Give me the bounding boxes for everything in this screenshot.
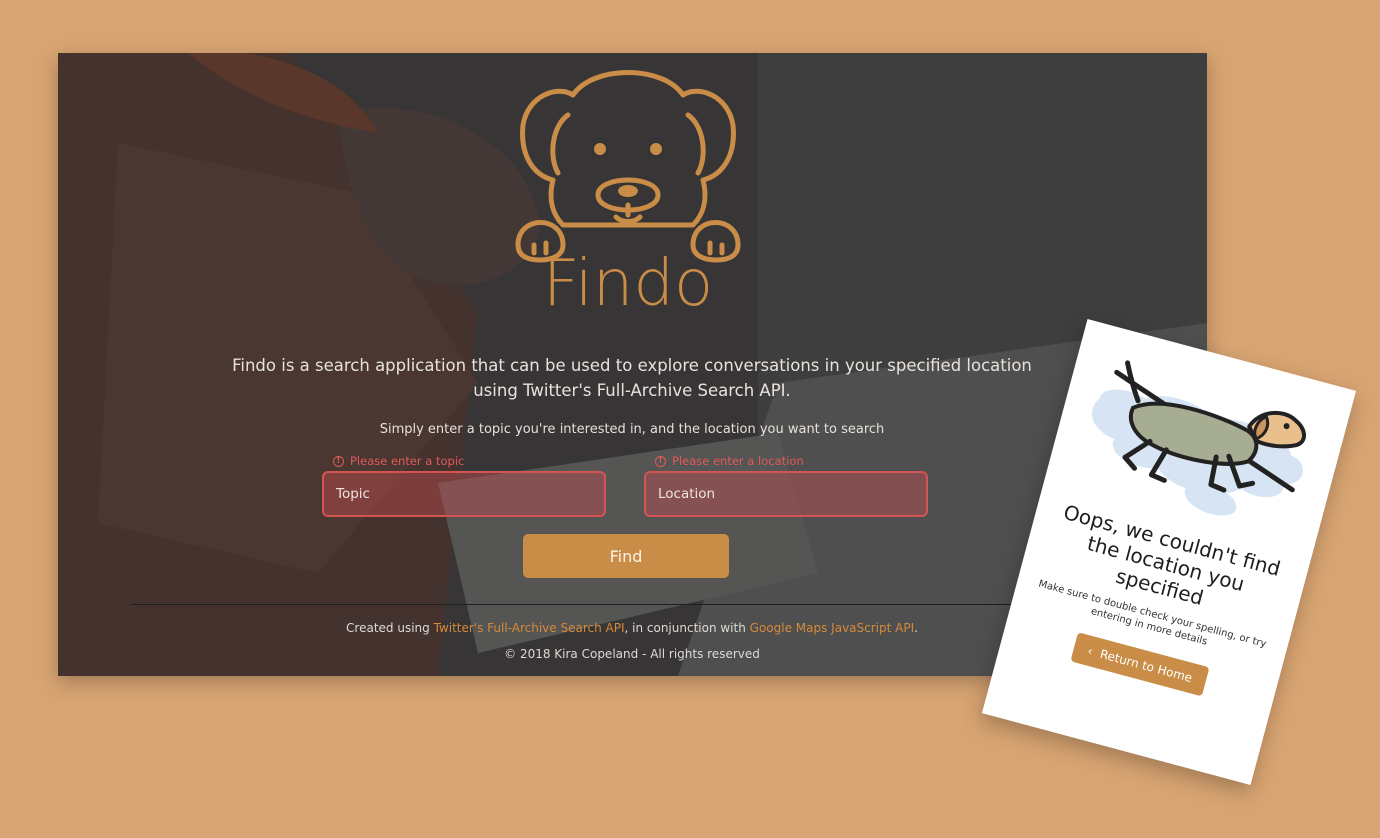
dog-logo-icon: Findo bbox=[515, 70, 741, 310]
chevron-left-icon: ‹ bbox=[1086, 643, 1095, 659]
location-field-group: ! Please enter a location bbox=[644, 452, 928, 517]
topic-field-group: ! Please enter a topic bbox=[322, 452, 606, 517]
google-maps-api-link[interactable]: Google Maps JavaScript API bbox=[750, 621, 914, 635]
brand-wordmark: Findo bbox=[543, 247, 713, 310]
copyright-text: © 2018 Kira Copeland - All rights reserv… bbox=[504, 647, 760, 661]
intro-text: Findo is a search application that can b… bbox=[208, 353, 1056, 403]
return-home-label: Return to Home bbox=[1098, 646, 1194, 686]
intro-line-1: Findo is a search application that can b… bbox=[232, 356, 1032, 375]
credits-middle: , in conjunction with bbox=[624, 621, 750, 635]
topic-error-text: Please enter a topic bbox=[350, 454, 465, 468]
credits-prefix: Created using bbox=[346, 621, 434, 635]
location-input[interactable] bbox=[644, 471, 928, 517]
search-instruction: Simply enter a topic you're interested i… bbox=[379, 422, 885, 437]
location-error-text: Please enter a location bbox=[672, 454, 804, 468]
find-button[interactable]: Find bbox=[523, 534, 729, 578]
topic-input[interactable] bbox=[322, 471, 606, 517]
topic-error: ! Please enter a topic bbox=[333, 452, 606, 470]
intro-line-2: using Twitter's Full-Archive Search API. bbox=[473, 381, 791, 400]
credits-text: Created using Twitter's Full-Archive Sea… bbox=[208, 621, 1056, 635]
alert-circle-icon: ! bbox=[333, 455, 344, 467]
alert-circle-icon: ! bbox=[655, 455, 666, 467]
footer-divider bbox=[131, 604, 1134, 605]
location-error: ! Please enter a location bbox=[655, 452, 928, 470]
credits-suffix: . bbox=[914, 621, 918, 635]
twitter-api-link[interactable]: Twitter's Full-Archive Search API bbox=[434, 621, 625, 635]
